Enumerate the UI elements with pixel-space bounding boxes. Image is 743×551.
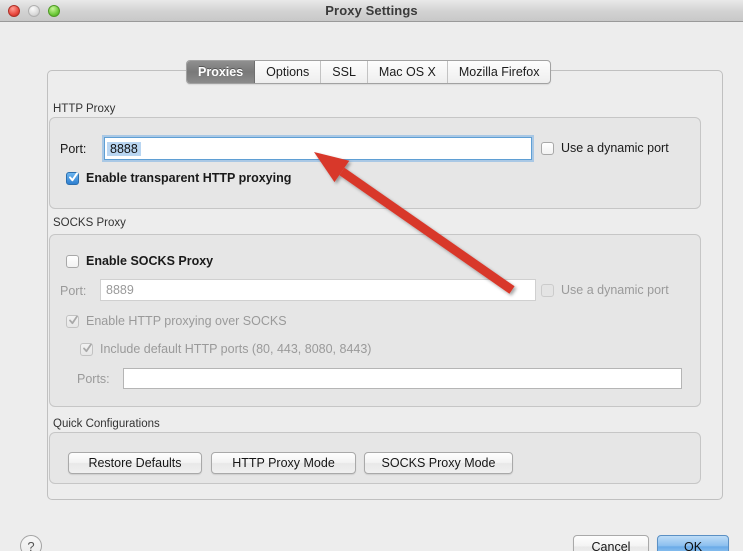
http-proxy-mode-button[interactable]: HTTP Proxy Mode [211,452,356,474]
socks-proxy-group-title: SOCKS Proxy [53,217,126,229]
socks-use-dynamic-port-label: Use a dynamic port [561,283,669,297]
tab-mac-os-x[interactable]: Mac OS X [368,61,448,83]
enable-transparent-http-proxying-checkbox[interactable]: Enable transparent HTTP proxying [66,171,291,185]
checkbox-unchecked-icon [66,254,79,268]
http-proxy-group [49,117,701,209]
ok-button[interactable]: OK [657,535,729,551]
socks-ports-label: Ports: [77,372,110,386]
checkbox-unchecked-icon [541,141,554,155]
http-use-dynamic-port-label: Use a dynamic port [561,141,669,155]
include-default-http-ports-label: Include default HTTP ports (80, 443, 808… [100,342,372,356]
enable-http-proxying-over-socks-label: Enable HTTP proxying over SOCKS [86,314,287,328]
tab-proxies[interactable]: Proxies [187,61,256,83]
tab-options[interactable]: Options [255,61,322,83]
tab-bar: Proxies Options SSL Mac OS X Mozilla Fir… [186,60,552,84]
checkbox-checked-disabled-icon [80,342,93,356]
restore-defaults-button[interactable]: Restore Defaults [68,452,202,474]
http-use-dynamic-port-checkbox[interactable]: Use a dynamic port [541,141,669,155]
window-title: Proxy Settings [325,3,418,18]
enable-socks-proxy-label: Enable SOCKS Proxy [86,254,214,268]
checkbox-checked-disabled-icon [66,314,79,328]
help-button[interactable]: ? [20,535,42,551]
socks-ports-input[interactable] [123,368,682,389]
cancel-button[interactable]: Cancel [573,535,649,551]
http-port-label: Port: [60,142,87,156]
include-default-http-ports-checkbox[interactable]: Include default HTTP ports (80, 443, 808… [80,342,371,356]
proxy-settings-window: Proxy Settings Proxies Options SSL Mac O… [0,0,743,551]
enable-transparent-http-proxying-label: Enable transparent HTTP proxying [86,171,292,185]
http-proxy-group-title: HTTP Proxy [53,103,116,115]
socks-proxy-mode-button[interactable]: SOCKS Proxy Mode [364,452,513,474]
socks-port-label: Port: [60,284,87,298]
socks-port-input[interactable]: 8889 [100,279,536,301]
enable-http-proxying-over-socks-checkbox[interactable]: Enable HTTP proxying over SOCKS [66,314,287,328]
socks-port-value: 8889 [106,283,134,297]
window-titlebar: Proxy Settings [0,0,743,22]
http-port-value: 8888 [107,141,141,156]
checkbox-checked-icon [66,171,79,185]
tab-ssl[interactable]: SSL [321,61,368,83]
enable-socks-proxy-checkbox[interactable]: Enable SOCKS Proxy [66,254,213,268]
quick-configurations-group-title: Quick Configurations [53,418,160,430]
tab-mozilla-firefox[interactable]: Mozilla Firefox [448,61,551,83]
http-port-input[interactable]: 8888 [104,137,532,160]
dialog-body: Proxies Options SSL Mac OS X Mozilla Fir… [0,22,743,551]
checkbox-unchecked-icon [541,283,554,297]
socks-use-dynamic-port-checkbox[interactable]: Use a dynamic port [541,283,669,297]
